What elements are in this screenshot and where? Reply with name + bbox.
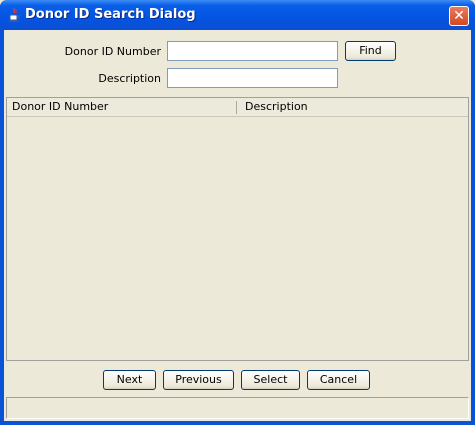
column-header-donor-id[interactable]: Donor ID Number	[7, 98, 237, 116]
column-divider[interactable]	[236, 101, 237, 114]
title-bar[interactable]: Donor ID Search Dialog ✕	[0, 0, 475, 30]
donor-id-input[interactable]	[167, 41, 338, 61]
results-table[interactable]: Donor ID Number Description	[6, 97, 469, 361]
close-icon: ✕	[453, 8, 465, 24]
table-header: Donor ID Number Description	[7, 98, 468, 117]
next-button[interactable]: Next	[103, 370, 156, 390]
column-header-description[interactable]: Description	[240, 98, 468, 116]
select-button[interactable]: Select	[241, 370, 300, 390]
previous-button[interactable]: Previous	[163, 370, 234, 390]
find-button[interactable]: Find	[345, 41, 396, 61]
donor-id-label: Donor ID Number	[64, 45, 161, 58]
description-label: Description	[98, 72, 161, 85]
java-cup-icon	[6, 7, 22, 23]
dialog-window: Donor ID Search Dialog ✕ Donor ID Number…	[0, 0, 475, 425]
dialog-content: Donor ID Number Find Description Donor I…	[4, 30, 471, 421]
cancel-button[interactable]: Cancel	[307, 370, 370, 390]
status-bar	[6, 397, 469, 419]
description-input[interactable]	[167, 68, 338, 88]
close-button[interactable]: ✕	[449, 6, 469, 26]
dialog-title: Donor ID Search Dialog	[25, 7, 196, 22]
